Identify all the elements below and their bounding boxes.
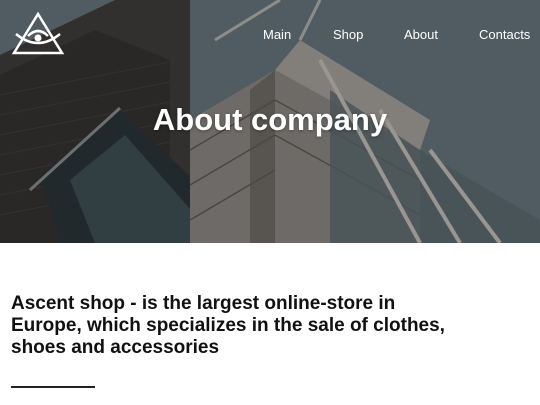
section-divider [11, 386, 95, 388]
page-title: About company [152, 102, 388, 137]
nav-item-contacts[interactable]: Contacts [479, 27, 530, 43]
hero-banner: Main Shop About Contacts About company [0, 0, 540, 243]
nav-item-shop[interactable]: Shop [333, 27, 363, 43]
nav-item-main[interactable]: Main [263, 27, 291, 43]
main-navigation: Main Shop About Contacts [0, 27, 540, 43]
nav-item-about[interactable]: About [404, 27, 438, 43]
intro-text: Ascent shop - is the largest online-stor… [11, 293, 445, 358]
